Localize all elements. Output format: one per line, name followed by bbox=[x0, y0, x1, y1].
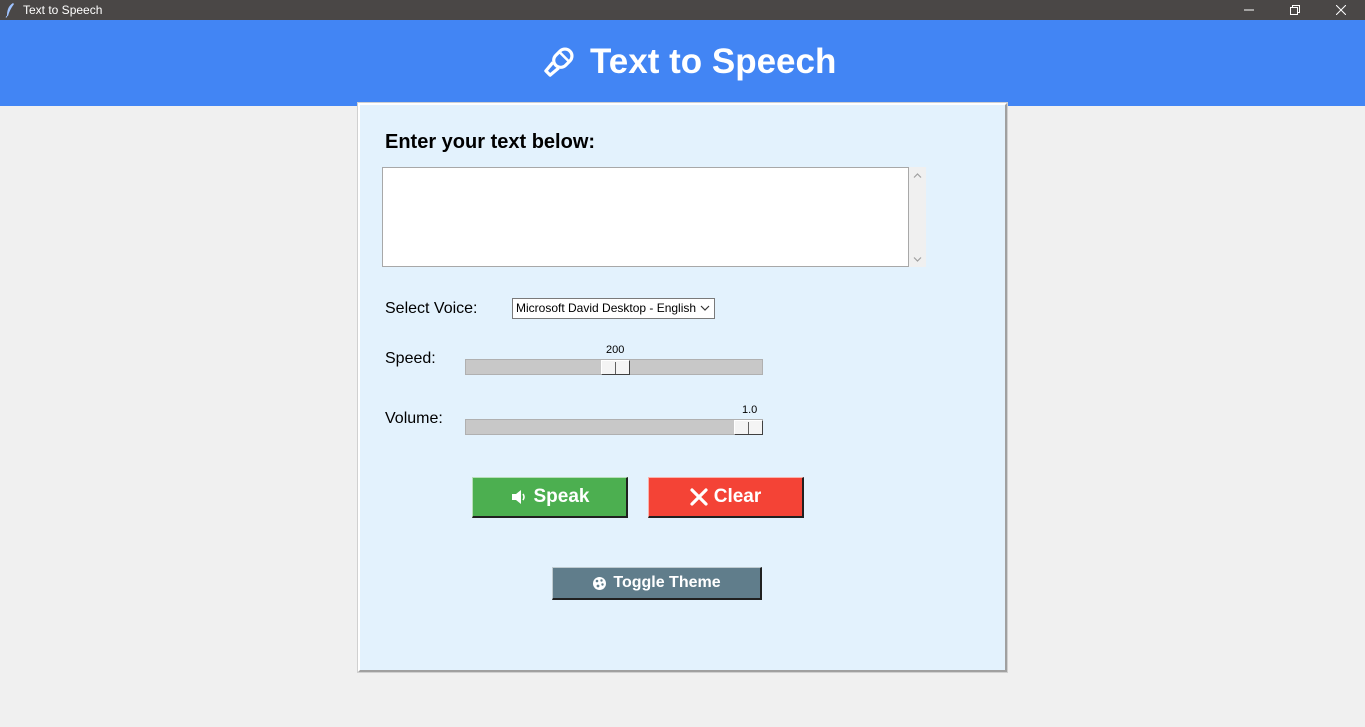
microphone-icon bbox=[544, 47, 574, 77]
text-input-label: Enter your text below: bbox=[385, 131, 596, 153]
speed-slider-handle[interactable] bbox=[601, 360, 630, 375]
window-title: Text to Speech bbox=[23, 3, 103, 17]
app-header: Text to Speech bbox=[0, 20, 1365, 106]
volume-slider[interactable] bbox=[465, 419, 763, 435]
clear-button[interactable]: Clear bbox=[648, 477, 804, 518]
volume-label: Volume: bbox=[385, 410, 443, 427]
minimize-icon bbox=[1244, 9, 1254, 11]
voice-select-value: Microsoft David Desktop - English bbox=[516, 301, 697, 315]
restore-icon bbox=[1290, 5, 1300, 15]
speed-value: 200 bbox=[606, 344, 625, 356]
text-input[interactable] bbox=[382, 167, 909, 267]
speaker-icon bbox=[510, 489, 528, 505]
palette-icon bbox=[592, 576, 607, 591]
clear-label: Clear bbox=[713, 486, 762, 507]
close-icon bbox=[1336, 5, 1346, 15]
speak-label: Speak bbox=[533, 486, 590, 507]
toggle-theme-label: Toggle Theme bbox=[613, 574, 721, 591]
feather-icon bbox=[5, 3, 14, 18]
scroll-up-icon[interactable] bbox=[913, 172, 922, 179]
scroll-down-icon[interactable] bbox=[913, 256, 922, 263]
speed-slider[interactable] bbox=[465, 359, 763, 375]
chevron-down-icon bbox=[700, 305, 710, 311]
text-scrollbar[interactable] bbox=[909, 167, 926, 267]
window-titlebar: Text to Speech bbox=[0, 0, 1365, 20]
page-title: Text to Speech bbox=[590, 42, 837, 81]
volume-slider-handle[interactable] bbox=[734, 420, 763, 435]
toggle-theme-button[interactable]: Toggle Theme bbox=[552, 567, 762, 600]
voice-label: Select Voice: bbox=[385, 300, 478, 317]
minimize-button[interactable] bbox=[1226, 0, 1272, 20]
voice-select[interactable]: Microsoft David Desktop - English bbox=[512, 298, 715, 319]
speed-label: Speed: bbox=[385, 350, 436, 367]
close-button[interactable] bbox=[1318, 0, 1364, 20]
cross-icon bbox=[690, 488, 708, 506]
restore-button[interactable] bbox=[1272, 0, 1318, 20]
volume-value: 1.0 bbox=[742, 404, 758, 416]
speak-button[interactable]: Speak bbox=[472, 477, 628, 518]
